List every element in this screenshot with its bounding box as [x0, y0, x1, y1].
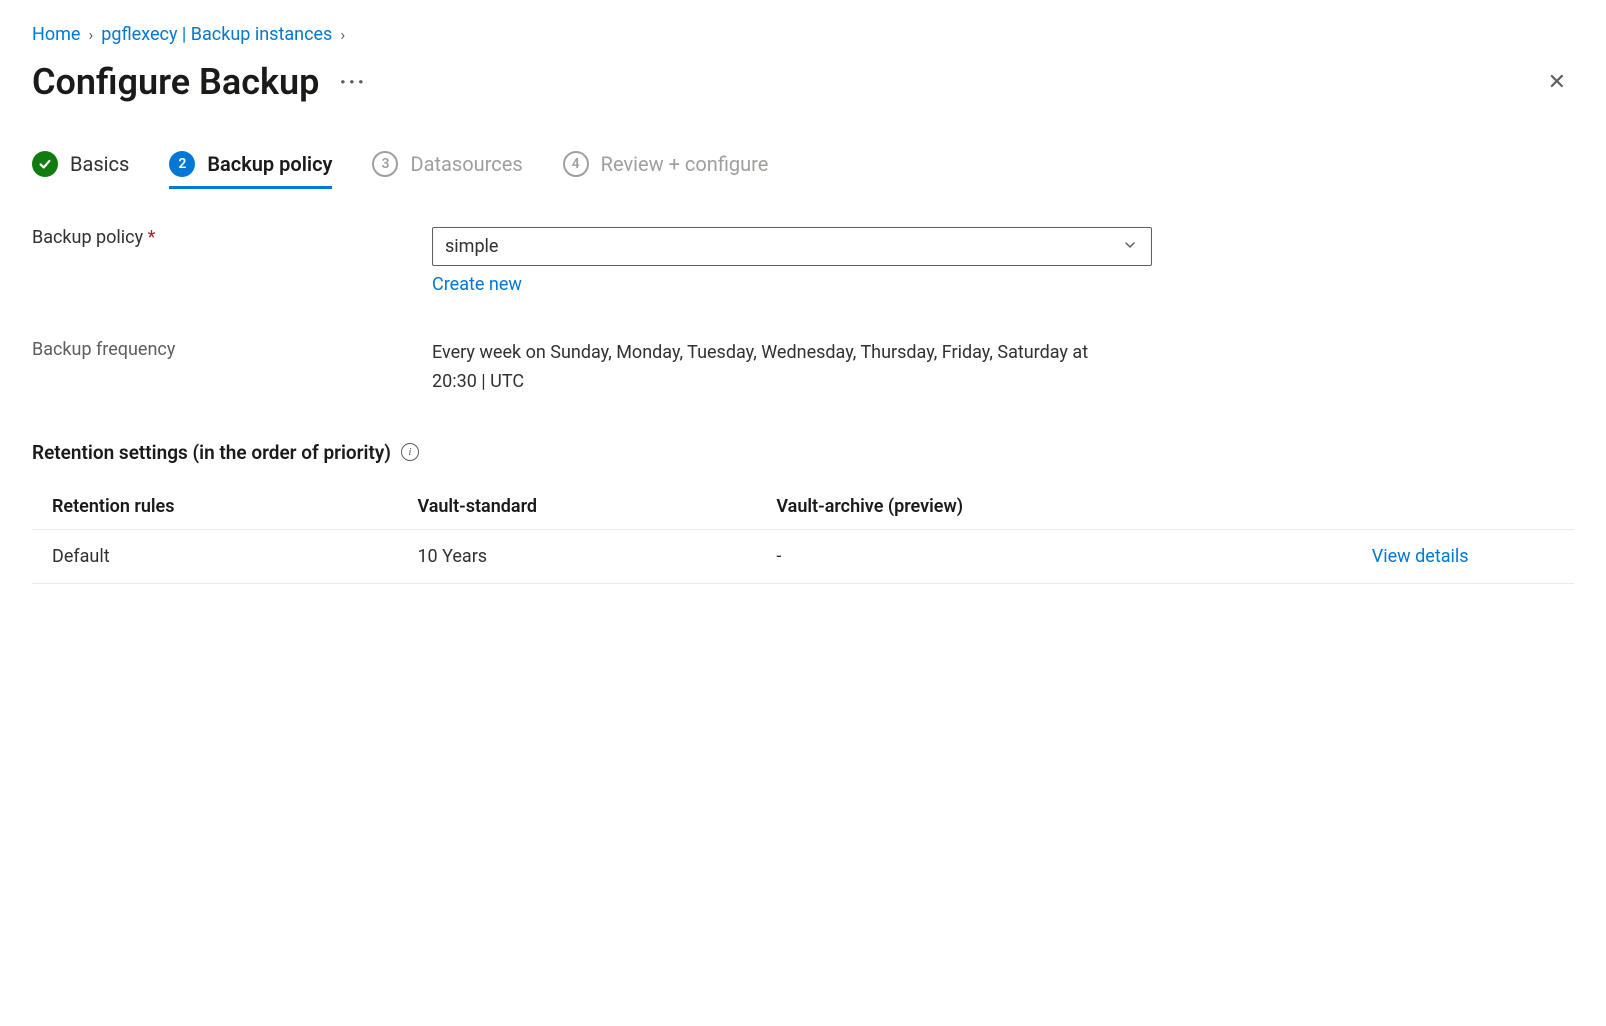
cell-vault-archive: - — [756, 529, 1266, 583]
more-actions-button[interactable]: ··· — [339, 68, 366, 96]
step-number-icon: 3 — [372, 151, 398, 177]
check-icon — [32, 151, 58, 177]
tab-datasources-label: Datasources — [410, 152, 522, 176]
step-number-icon: 2 — [169, 151, 195, 177]
backup-policy-label-text: Backup policy — [32, 227, 143, 248]
tab-basics[interactable]: Basics — [32, 151, 129, 187]
retention-heading-text: Retention settings (in the order of prio… — [32, 441, 391, 464]
tab-backup-policy[interactable]: 2 Backup policy — [169, 151, 332, 187]
tab-review-label: Review + configure — [601, 152, 769, 176]
tab-backup-policy-label: Backup policy — [207, 152, 332, 176]
col-actions — [1266, 484, 1574, 530]
tab-review[interactable]: 4 Review + configure — [563, 151, 769, 187]
backup-frequency-value: Every week on Sunday, Monday, Tuesday, W… — [432, 339, 1112, 397]
col-vault-standard: Vault-standard — [397, 484, 756, 530]
table-header-row: Retention rules Vault-standard Vault-arc… — [32, 484, 1574, 530]
backup-policy-label: Backup policy * — [32, 227, 432, 248]
backup-frequency-row: Backup frequency Every week on Sunday, M… — [32, 339, 1574, 397]
step-number-icon: 4 — [563, 151, 589, 177]
table-row: Default 10 Years - View details — [32, 529, 1574, 583]
close-icon: ✕ — [1548, 69, 1566, 94]
chevron-right-icon: › — [88, 25, 93, 44]
cell-vault-standard: 10 Years — [397, 529, 756, 583]
tab-datasources[interactable]: 3 Datasources — [372, 151, 522, 187]
backup-policy-select[interactable]: simple — [432, 227, 1152, 266]
chevron-right-icon: › — [340, 25, 345, 44]
col-retention-rules: Retention rules — [32, 484, 397, 530]
tab-basics-label: Basics — [70, 152, 129, 176]
create-new-link[interactable]: Create new — [432, 274, 522, 295]
backup-policy-select-value: simple — [432, 227, 1152, 266]
breadcrumb-home[interactable]: Home — [32, 24, 80, 45]
retention-table: Retention rules Vault-standard Vault-arc… — [32, 484, 1574, 584]
breadcrumb-vault[interactable]: pgflexecy | Backup instances — [101, 24, 332, 45]
backup-policy-row: Backup policy * simple Create new — [32, 227, 1574, 295]
page-title: Configure Backup ··· — [32, 61, 366, 103]
page-title-text: Configure Backup — [32, 61, 319, 103]
col-vault-archive: Vault-archive (preview) — [756, 484, 1266, 530]
view-details-link[interactable]: View details — [1372, 546, 1469, 567]
breadcrumb: Home › pgflexecy | Backup instances › — [32, 24, 1574, 45]
backup-frequency-label: Backup frequency — [32, 339, 432, 360]
info-icon[interactable]: i — [401, 443, 419, 461]
retention-heading: Retention settings (in the order of prio… — [32, 441, 1574, 464]
required-indicator: * — [148, 227, 156, 248]
close-button[interactable]: ✕ — [1540, 67, 1574, 97]
wizard-tabs: Basics 2 Backup policy 3 Datasources 4 R… — [32, 151, 1574, 187]
header: Configure Backup ··· ✕ — [32, 61, 1574, 103]
cell-rule-name: Default — [32, 529, 397, 583]
